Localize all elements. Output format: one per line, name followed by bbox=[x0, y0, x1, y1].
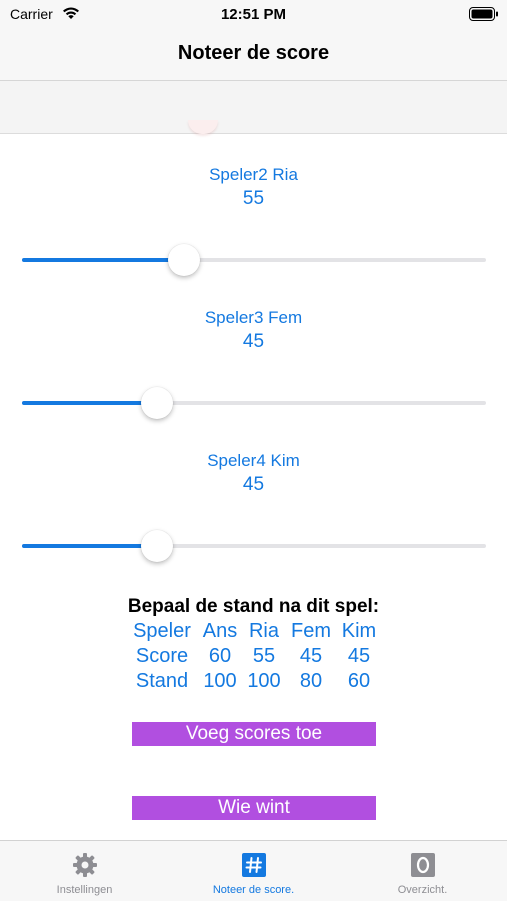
standings-cell: 80 bbox=[299, 670, 323, 692]
navigation-bar: Noteer de score bbox=[0, 30, 507, 81]
player-label: Speler3 Fem bbox=[204, 308, 303, 327]
status-time: 12:51 PM bbox=[220, 6, 287, 23]
standings-cell: Kim bbox=[341, 620, 377, 642]
o-icon bbox=[411, 853, 435, 877]
tab-noteer-de-score[interactable]: Noteer de score. bbox=[169, 841, 338, 901]
player-label: Speler4 Kim bbox=[207, 451, 300, 470]
tab-label: Instellingen bbox=[56, 884, 113, 896]
page-title: Noteer de score bbox=[177, 42, 330, 64]
standings-row: Speler Ans Ria Fem Kim bbox=[0, 620, 507, 645]
slider-thumb[interactable] bbox=[140, 387, 173, 419]
standings-cell: 45 bbox=[347, 645, 371, 667]
hash-icon bbox=[242, 853, 266, 877]
standings-cell: Fem bbox=[291, 620, 331, 642]
standings-cell: Ans bbox=[202, 620, 238, 642]
standings-cell: 100 bbox=[247, 670, 281, 692]
tab-bar: Instellingen Noteer de score. Overzicht. bbox=[0, 840, 507, 901]
standings-cell: Score bbox=[135, 645, 189, 667]
player-score: 45 bbox=[242, 474, 265, 495]
tab-instellingen[interactable]: Instellingen bbox=[0, 841, 169, 901]
standings-cell: 60 bbox=[347, 670, 371, 692]
standings-cell: 55 bbox=[252, 645, 276, 667]
score-slider-player4[interactable] bbox=[22, 530, 486, 562]
header-band bbox=[0, 81, 507, 134]
standings-cell: Ria bbox=[248, 620, 279, 642]
standings-row: Score 60 55 45 45 bbox=[0, 645, 507, 670]
standings-cell: Stand bbox=[135, 670, 189, 692]
player-score: 45 bbox=[242, 331, 265, 352]
slider-fill bbox=[22, 258, 185, 262]
player-score: 55 bbox=[242, 188, 265, 209]
standings-row: Stand 100 100 80 60 bbox=[0, 670, 507, 695]
slider-fill bbox=[22, 401, 157, 405]
tab-overzicht[interactable]: Overzicht. bbox=[338, 841, 507, 901]
add-scores-button[interactable]: Voeg scores toe bbox=[132, 722, 376, 746]
score-slider-player3[interactable] bbox=[22, 387, 486, 419]
standings-cell: 100 bbox=[203, 670, 237, 692]
who-wins-button[interactable]: Wie wint bbox=[132, 796, 376, 820]
slider-thumb[interactable] bbox=[140, 530, 173, 562]
standings-heading: Bepaal de stand na dit spel: bbox=[127, 596, 380, 617]
slider-fill bbox=[22, 544, 157, 548]
score-slider-player2[interactable] bbox=[22, 244, 486, 276]
slider-thumb[interactable] bbox=[168, 244, 201, 276]
tab-label: Overzicht. bbox=[397, 884, 448, 896]
battery-icon bbox=[469, 7, 498, 21]
standings-cell: 45 bbox=[299, 645, 323, 667]
gear-icon bbox=[73, 853, 97, 877]
tab-label: Noteer de score. bbox=[212, 884, 295, 896]
status-bar: Carrier 12:51 PM bbox=[0, 0, 507, 30]
standings-cell: 60 bbox=[208, 645, 232, 667]
standings-cell: Speler bbox=[133, 620, 191, 642]
player-label: Speler2 Ria bbox=[209, 165, 298, 184]
